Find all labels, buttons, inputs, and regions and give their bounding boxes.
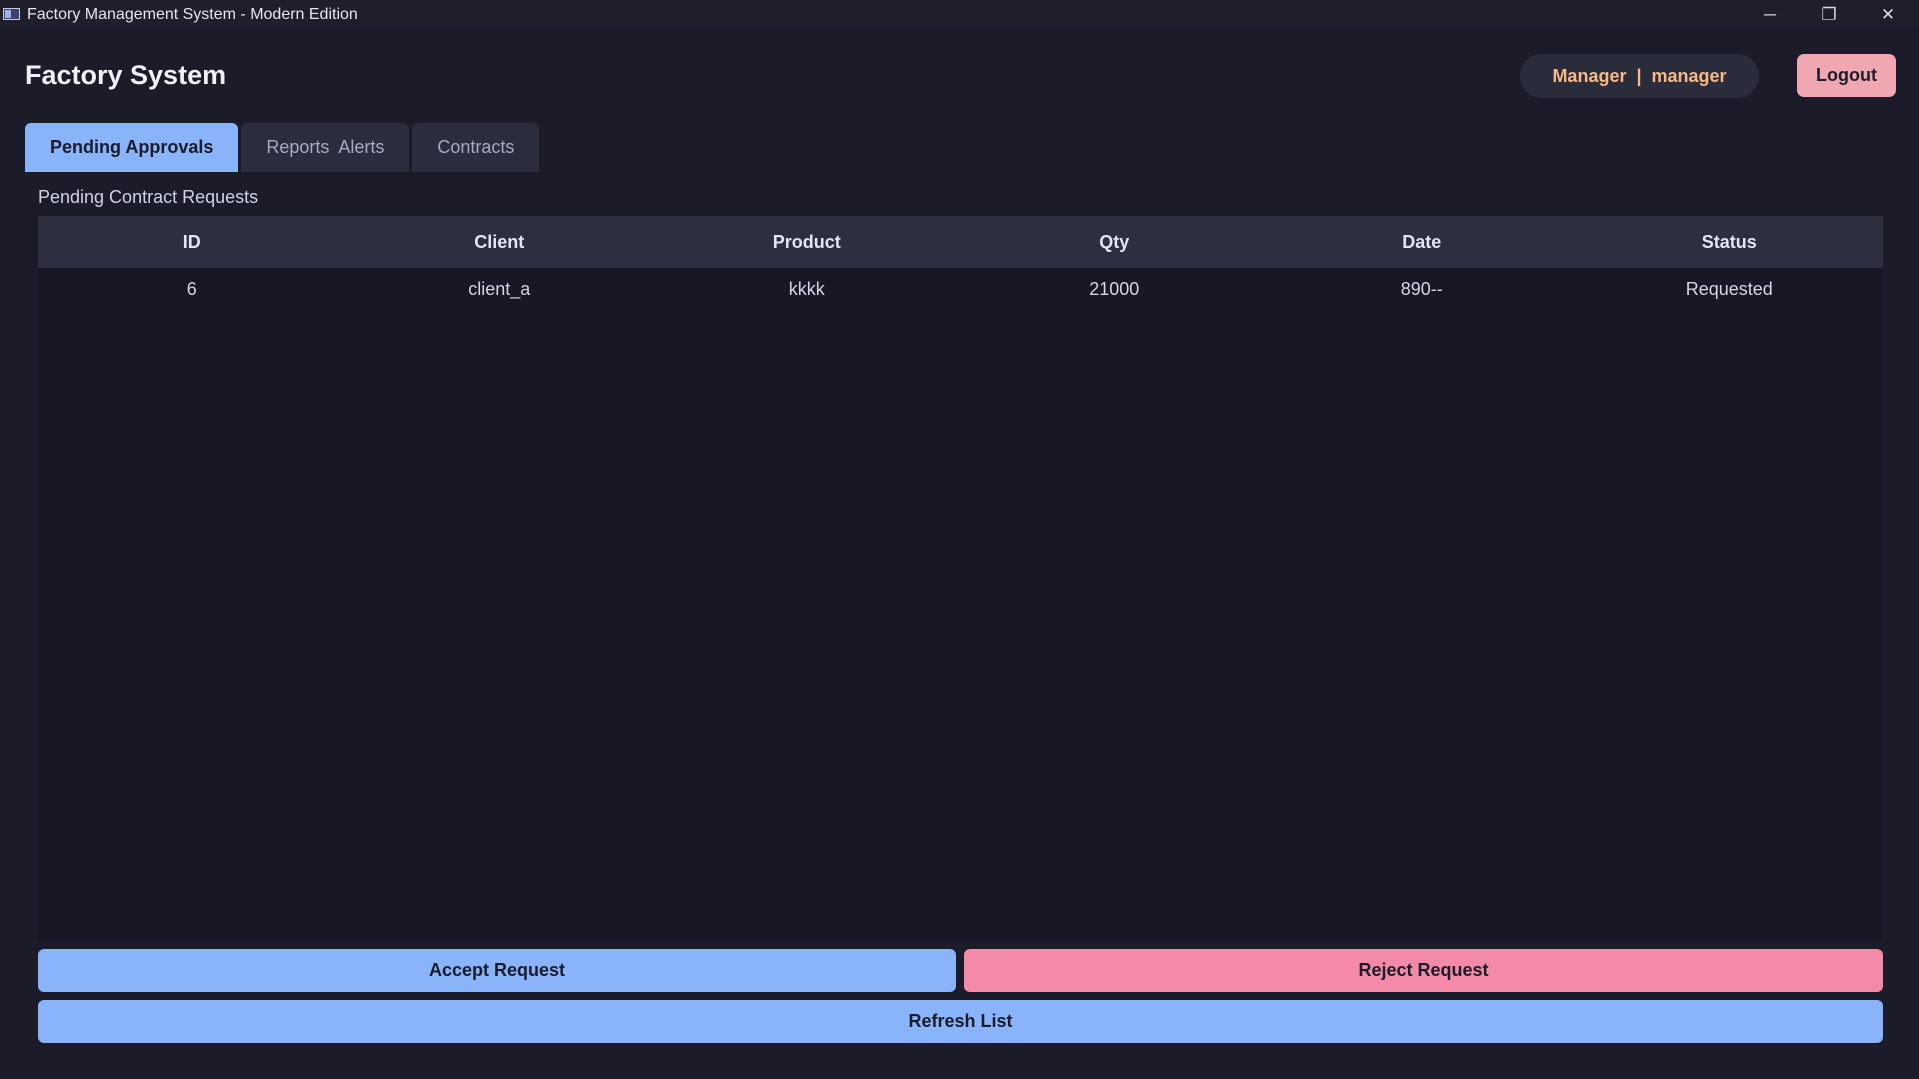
column-header-date[interactable]: Date (1268, 232, 1576, 253)
column-header-id[interactable]: ID (38, 232, 346, 253)
table-row[interactable]: 6 client_a kkkk 21000 890-- Requested (38, 268, 1883, 310)
cell-date: 890-- (1400, 278, 1443, 299)
user-badge: Manager | manager (1520, 54, 1759, 98)
accept-request-button[interactable]: Accept Request (38, 949, 956, 992)
column-header-client[interactable]: Client (346, 232, 654, 253)
logout-button[interactable]: Logout (1797, 54, 1896, 97)
tab-pending-approvals[interactable]: Pending Approvals (25, 123, 239, 172)
tab-contracts[interactable]: Contracts (412, 123, 540, 172)
app-title: Factory System (25, 60, 227, 90)
maximize-icon[interactable]: ❐ (1800, 0, 1858, 29)
user-separator: | (1636, 65, 1642, 86)
window-titlebar: Factory Management System - Modern Editi… (0, 0, 1919, 29)
cell-qty: 21000 (1089, 278, 1140, 299)
close-icon[interactable]: ✕ (1859, 0, 1917, 29)
user-name: manager (1651, 65, 1727, 86)
tab-bar: Pending Approvals Reports Alerts Contrac… (25, 123, 540, 172)
column-header-qty[interactable]: Qty (961, 232, 1269, 253)
cell-client: client_a (468, 278, 531, 299)
cell-product: kkkk (788, 278, 825, 299)
cell-id: 6 (186, 278, 197, 299)
minimize-icon[interactable]: ─ (1741, 0, 1799, 29)
user-role: Manager (1552, 65, 1627, 86)
table-header: ID Client Product Qty Date Status (38, 216, 1883, 268)
column-header-product[interactable]: Product (653, 232, 961, 253)
reject-request-button[interactable]: Reject Request (964, 949, 1883, 992)
refresh-list-button[interactable]: Refresh List (38, 1000, 1883, 1043)
cell-status: Requested (1685, 278, 1773, 299)
tab-reports-alerts[interactable]: Reports Alerts (241, 123, 410, 172)
window-title: Factory Management System - Modern Editi… (27, 6, 358, 23)
section-label: Pending Contract Requests (38, 187, 259, 207)
column-header-status[interactable]: Status (1576, 232, 1884, 253)
pending-requests-table: ID Client Product Qty Date Status 6 clie… (38, 216, 1883, 941)
app-window-icon (3, 8, 20, 20)
